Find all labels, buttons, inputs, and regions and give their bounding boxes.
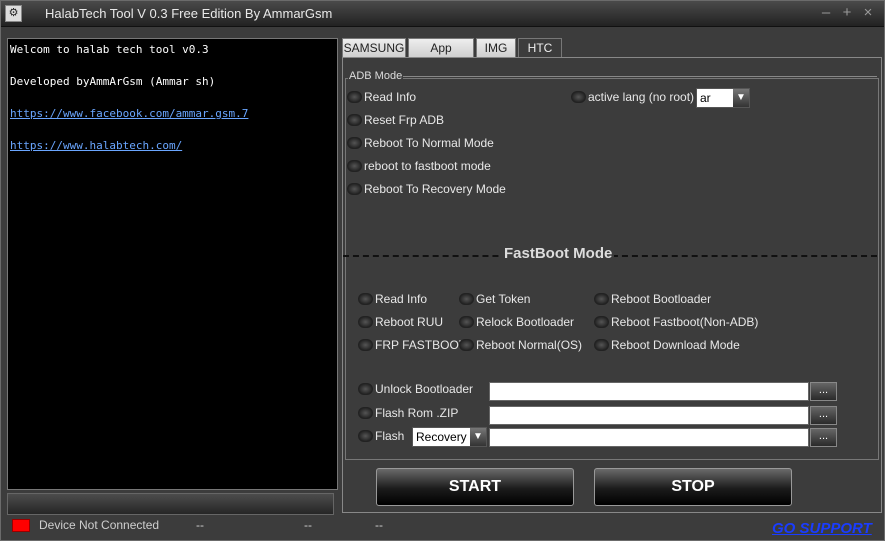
radio-icon[interactable] <box>571 91 586 103</box>
radio-icon[interactable] <box>459 316 474 328</box>
radio-icon[interactable] <box>358 407 373 419</box>
fb-relock-bootloader-option[interactable]: Relock Bootloader <box>459 313 574 331</box>
flash-rom-option[interactable]: Flash Rom .ZIP <box>358 404 458 422</box>
tab-app-manager[interactable]: App manger <box>408 38 474 73</box>
radio-icon[interactable] <box>358 293 373 305</box>
adb-reboot-recovery-option[interactable]: Reboot To Recovery Mode <box>347 180 506 198</box>
start-button[interactable]: START <box>376 468 574 506</box>
fb-frp-fastboot-option[interactable]: FRP FASTBOOT <box>358 336 466 354</box>
maximize-button[interactable]: + <box>838 4 856 22</box>
flash-file-input[interactable] <box>489 428 809 447</box>
radio-icon[interactable] <box>347 114 362 126</box>
close-button[interactable]: × <box>859 4 877 22</box>
fb-reboot-download-option[interactable]: Reboot Download Mode <box>594 336 740 354</box>
status-bar: Device Not Connected -- -- -- GO SUPPORT <box>1 516 884 540</box>
radio-icon[interactable] <box>459 293 474 305</box>
radio-icon[interactable] <box>358 316 373 328</box>
active-lang-option[interactable]: active lang (no root) <box>571 88 694 106</box>
title-bar: ⚙ HalabTech Tool V 0.3 Free Edition By A… <box>1 1 884 27</box>
website-link[interactable]: https://www.halabtech.com/ <box>10 138 335 154</box>
flash-browse-button[interactable]: ... <box>810 428 837 447</box>
fb-get-token-option[interactable]: Get Token <box>459 290 530 308</box>
flash-rom-file-input[interactable] <box>489 406 809 425</box>
unlock-bootloader-option[interactable]: Unlock Bootloader <box>358 380 473 398</box>
tab-htc[interactable]: HTC <box>518 38 562 58</box>
radio-icon[interactable] <box>358 430 373 442</box>
app-icon[interactable]: ⚙ <box>5 5 22 22</box>
adb-reset-frp-option[interactable]: Reset Frp ADB <box>347 111 444 129</box>
flash-target-select[interactable]: Recovery ▼ <box>412 427 487 447</box>
adb-mode-legend: ADB Mode <box>348 70 404 82</box>
adb-group-border <box>403 76 877 77</box>
radio-icon[interactable] <box>347 183 362 195</box>
adb-reboot-fastboot-option[interactable]: reboot to fastboot mode <box>347 157 491 175</box>
fb-reboot-normal-option[interactable]: Reboot Normal(OS) <box>459 336 582 354</box>
unlock-file-input[interactable] <box>489 382 809 401</box>
fb-reboot-bootloader-option[interactable]: Reboot Bootloader <box>594 290 711 308</box>
flash-target-value: Recovery <box>416 430 467 444</box>
go-support-link[interactable]: GO SUPPORT <box>772 520 872 537</box>
htc-panel: ADB Mode Read Info Reset Frp ADB Reboot … <box>342 57 882 513</box>
radio-icon[interactable] <box>459 339 474 351</box>
language-value: ar <box>700 91 711 105</box>
flash-option[interactable]: Flash <box>358 427 404 445</box>
radio-icon[interactable] <box>347 137 362 149</box>
radio-icon[interactable] <box>347 160 362 172</box>
chevron-down-icon[interactable]: ▼ <box>733 89 749 107</box>
radio-icon[interactable] <box>347 91 362 103</box>
tab-samsung[interactable]: SAMSUNG <box>342 38 406 58</box>
fastboot-mode-title: FastBoot Mode <box>502 245 615 262</box>
progress-bar <box>7 493 334 515</box>
unlock-browse-button[interactable]: ... <box>810 382 837 401</box>
connection-led-icon <box>12 519 30 532</box>
facebook-link[interactable]: https://www.facebook.com/ammar.gsm.7 <box>10 106 335 122</box>
status-field-3: -- <box>375 518 383 532</box>
log-line: Developed byAmmArGsm (Ammar sh) <box>10 75 216 88</box>
log-line: Welcom to halab tech tool v0.3 <box>10 43 209 56</box>
fb-read-info-option[interactable]: Read Info <box>358 290 427 308</box>
adb-read-info-option[interactable]: Read Info <box>347 88 416 106</box>
chevron-down-icon[interactable]: ▼ <box>470 428 486 446</box>
status-field-2: -- <box>304 518 312 532</box>
log-console[interactable]: Welcom to halab tech tool v0.3 Developed… <box>7 38 338 490</box>
language-select[interactable]: ar ▼ <box>696 88 750 108</box>
window-title: HalabTech Tool V 0.3 Free Edition By Amm… <box>45 6 333 21</box>
radio-icon[interactable] <box>594 316 609 328</box>
stop-button[interactable]: STOP <box>594 468 792 506</box>
flash-rom-browse-button[interactable]: ... <box>810 406 837 425</box>
fb-reboot-ruu-option[interactable]: Reboot RUU <box>358 313 443 331</box>
radio-icon[interactable] <box>358 339 373 351</box>
radio-icon[interactable] <box>594 339 609 351</box>
fb-reboot-fastboot-option[interactable]: Reboot Fastboot(Non-ADB) <box>594 313 758 331</box>
status-field-1: -- <box>196 518 204 532</box>
device-status-text: Device Not Connected <box>39 518 160 532</box>
adb-reboot-normal-option[interactable]: Reboot To Normal Mode <box>347 134 494 152</box>
minimize-button[interactable]: – <box>817 4 835 22</box>
radio-icon[interactable] <box>358 383 373 395</box>
tab-img[interactable]: IMG <box>476 38 516 58</box>
main-window: ⚙ HalabTech Tool V 0.3 Free Edition By A… <box>0 0 885 541</box>
radio-icon[interactable] <box>594 293 609 305</box>
